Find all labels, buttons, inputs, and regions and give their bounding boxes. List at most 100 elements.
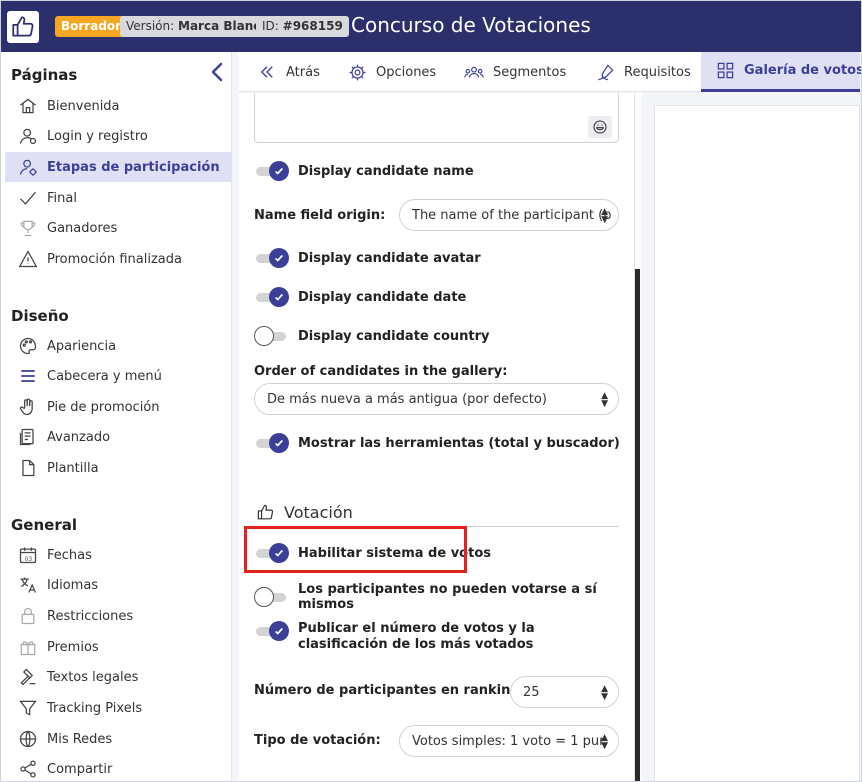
id-badge: ID: #968159 — [256, 16, 349, 37]
tab-opciones[interactable]: Opciones — [347, 52, 436, 92]
emoji-picker-icon[interactable] — [588, 116, 612, 138]
check-icon — [17, 187, 39, 209]
tools-label: Mostrar las herramientas (total y buscad… — [298, 435, 620, 451]
tab-requisitos[interactable]: Requisitos — [595, 52, 691, 92]
sidebar-item-etapas[interactable]: Etapas de participación — [5, 152, 231, 182]
sidebar-item-avanzado[interactable]: Avanzado — [5, 422, 231, 452]
sidebar-item-compartir[interactable]: Compartir — [5, 754, 231, 781]
highlight-box — [244, 526, 467, 573]
ranking-select[interactable]: 25 ▲ ▼ — [510, 676, 619, 708]
tab-segmentos[interactable]: Segmentos — [464, 52, 566, 92]
display-avatar-row: Display candidate avatar — [254, 248, 481, 268]
sidebar-item-plantilla[interactable]: Plantilla — [5, 453, 231, 483]
collapse-sidebar-icon[interactable] — [208, 61, 226, 83]
tools-row: Mostrar las herramientas (total y buscad… — [254, 433, 620, 453]
text-editor-area[interactable] — [254, 93, 619, 143]
select-arrows-icon: ▲ ▼ — [601, 733, 608, 751]
panel-scrollbar[interactable] — [635, 269, 640, 781]
sidebar-item-mis-redes[interactable]: Mis Redes — [5, 724, 231, 754]
app-window: Borrador Versión: Marca Blanca ID: #9681… — [0, 0, 862, 782]
order-label: Order of candidates in the gallery: — [254, 364, 508, 379]
sidebar-item-label: Fechas — [47, 547, 92, 563]
tab-galeria-de-votos[interactable]: Galería de votos — [701, 52, 862, 92]
sidebar-item-textos-legales[interactable]: Textos legales — [5, 662, 231, 692]
thumbs-up-logo-icon[interactable] — [7, 11, 39, 43]
menu-icon — [17, 365, 39, 387]
display-date-toggle[interactable] — [254, 287, 290, 307]
version-badge: Versión: Marca Blanca — [120, 16, 275, 37]
self-vote-label: Los participantes no pueden votarse a sí… — [298, 582, 597, 612]
select-arrows-icon: ▲ ▼ — [601, 684, 608, 702]
tab-label: Galería de votos — [744, 63, 862, 78]
display-avatar-label: Display candidate avatar — [298, 250, 481, 266]
gallery-preview — [654, 105, 860, 781]
sidebar-item-label: Plantilla — [47, 460, 99, 476]
gear-icon — [347, 62, 367, 82]
version-value: Marca Blanca — [178, 19, 269, 33]
sidebar-section-title-diseno: Diseño — [11, 307, 69, 325]
tab-label: Atrás — [286, 64, 320, 80]
tools-toggle[interactable] — [254, 433, 290, 453]
voting-section-title: Votación — [284, 503, 353, 522]
trophy-icon — [17, 217, 39, 239]
vote-type-select[interactable]: Votos simples: 1 voto = 1 pur ▲ ▼ — [399, 725, 619, 757]
user-settings-icon — [17, 156, 39, 178]
display-country-toggle[interactable] — [254, 326, 290, 346]
sidebar-item-idiomas[interactable]: Idiomas — [5, 570, 231, 600]
filter-icon — [17, 697, 39, 719]
sidebar-item-label: Pie de promoción — [47, 399, 160, 415]
publish-toggle[interactable] — [254, 621, 290, 641]
tab-label: Opciones — [376, 64, 437, 80]
tab-atras[interactable]: Atrás — [257, 52, 320, 92]
sidebar-item-ganadores[interactable]: Ganadores — [5, 213, 231, 243]
status-badge: Borrador — [55, 16, 128, 37]
settings-panel: Display candidate name Name field origin… — [239, 93, 635, 781]
svg-text:03: 03 — [25, 557, 33, 563]
id-label: ID: — [262, 19, 279, 33]
tab-bar: Atrás Opciones Segmentos Requisitos Gale… — [239, 52, 862, 92]
sidebar-item-final[interactable]: Final — [5, 183, 231, 213]
user-icon — [17, 125, 39, 147]
grid-icon — [716, 61, 735, 81]
sidebar-item-bienvenida[interactable]: Bienvenida — [5, 91, 231, 121]
sidebar-item-label: Cabecera y menú — [47, 368, 162, 384]
translate-icon — [17, 574, 39, 596]
pen-icon — [595, 62, 615, 82]
name-origin-select[interactable]: The name of the participant (p ▲ ▼ — [399, 199, 619, 231]
sidebar-item-apariencia[interactable]: Apariencia — [5, 331, 231, 361]
vote-type-label: Tipo de votación: — [254, 733, 381, 748]
sidebar-item-promocion-finalizada[interactable]: Promoción finalizada — [5, 244, 231, 274]
sidebar-item-restricciones[interactable]: Restricciones — [5, 601, 231, 631]
sidebar-item-fechas[interactable]: 03 Fechas — [5, 540, 231, 570]
sidebar: Páginas Bienvenida Login y registro Etap… — [1, 52, 232, 781]
sidebar-item-label: Apariencia — [47, 338, 117, 354]
sidebar-item-tracking-pixels[interactable]: Tracking Pixels — [5, 693, 231, 723]
sidebar-item-login[interactable]: Login y registro — [5, 121, 231, 151]
sidebar-item-premios[interactable]: Premios — [5, 632, 231, 662]
tab-label: Requisitos — [624, 64, 691, 80]
sidebar-item-label: Textos legales — [47, 669, 139, 685]
sidebar-item-label: Avanzado — [47, 429, 111, 445]
sidebar-item-label: Etapas de participación — [47, 159, 220, 175]
sidebar-item-label: Tracking Pixels — [47, 700, 143, 716]
id-value: #968159 — [282, 19, 343, 33]
share-icon — [17, 758, 39, 780]
display-date-row: Display candidate date — [254, 287, 466, 307]
sidebar-item-label: Promoción finalizada — [47, 251, 182, 267]
self-vote-toggle[interactable] — [254, 587, 290, 607]
publish-label: Publicar el número de votos y la clasifi… — [298, 621, 535, 652]
page-title: Concurso de Votaciones — [351, 13, 591, 37]
sidebar-item-pie[interactable]: Pie de promoción — [5, 392, 231, 422]
vote-type-value: Votos simples: 1 voto = 1 pur — [412, 733, 605, 749]
lock-icon — [17, 605, 39, 627]
display-avatar-toggle[interactable] — [254, 248, 290, 268]
warning-icon — [17, 248, 39, 270]
order-select[interactable]: De más nueva a más antigua (por defecto)… — [254, 383, 619, 415]
sidebar-item-label: Idiomas — [47, 577, 99, 593]
sidebar-section-title-paginas: Páginas — [11, 66, 78, 84]
select-arrows-icon: ▲ ▼ — [601, 391, 608, 409]
sidebar-item-cabecera[interactable]: Cabecera y menú — [5, 361, 231, 391]
display-name-toggle[interactable] — [254, 161, 290, 181]
display-date-label: Display candidate date — [298, 289, 467, 305]
display-country-label: Display candidate country — [298, 328, 490, 344]
